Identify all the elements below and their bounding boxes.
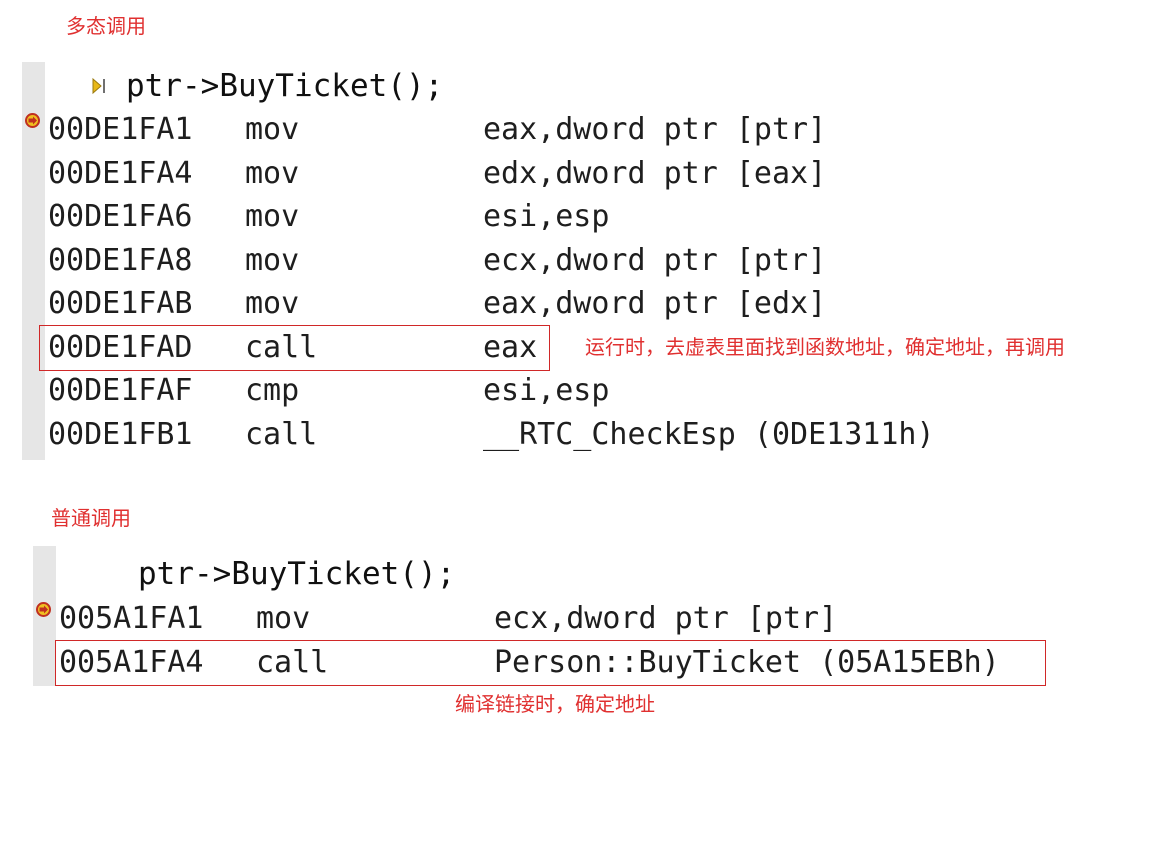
asm-opcode: mov (256, 601, 311, 636)
source-line: ptr->BuyTicket(); (126, 68, 444, 104)
disassembly-block-polymorphic: ptr->BuyTicket(); 00DE1FA1 mov eax,dword… (22, 62, 1022, 460)
asm-operands: ecx,dword ptr [ptr] (494, 601, 838, 636)
asm-address: 00DE1FA4 (48, 156, 193, 191)
asm-opcode: cmp (245, 373, 300, 408)
asm-address: 00DE1FB1 (48, 417, 193, 452)
asm-address: 00DE1FA1 (48, 112, 193, 147)
asm-operands: esi,esp (483, 373, 610, 408)
asm-operands: eax,dword ptr [ptr] (483, 112, 827, 147)
asm-row[interactable]: 00DE1FA6 mov esi,esp (48, 195, 998, 239)
asm-row[interactable]: 00DE1FA4 mov edx,dword ptr [eax] (48, 152, 998, 196)
asm-operands: eax,dword ptr [edx] (483, 286, 827, 321)
section-title-normal: 普通调用 (51, 506, 131, 530)
highlight-box-virtual-call (39, 325, 550, 371)
asm-operands: ecx,dword ptr [ptr] (483, 243, 827, 278)
asm-opcode: call (245, 417, 318, 452)
asm-address: 00DE1FA6 (48, 199, 193, 234)
asm-address: 00DE1FA8 (48, 243, 193, 278)
asm-operands: edx,dword ptr [eax] (483, 156, 827, 191)
section-title-polymorphic: 多态调用 (66, 14, 146, 38)
current-instruction-pointer-icon[interactable] (24, 112, 41, 129)
asm-operands: esi,esp (483, 199, 610, 234)
asm-opcode: mov (245, 286, 300, 321)
asm-address: 005A1FA1 (59, 601, 204, 636)
asm-row[interactable]: 00DE1FB1 call __RTC_CheckEsp (0DE1311h) (48, 413, 998, 457)
asm-row[interactable]: 00DE1FAB mov eax,dword ptr [edx] (48, 282, 998, 326)
asm-opcode: mov (245, 243, 300, 278)
asm-row[interactable]: 00DE1FA8 mov ecx,dword ptr [ptr] (48, 239, 998, 283)
annotation-virtual-call: 运行时，去虚表里面找到函数地址，确定地址，再调用 (585, 335, 1065, 359)
source-line: ptr->BuyTicket(); (138, 556, 456, 592)
asm-operands: __RTC_CheckEsp (0DE1311h) (483, 417, 935, 452)
annotation-direct-call: 编译链接时，确定地址 (455, 692, 655, 716)
asm-address: 00DE1FAF (48, 373, 193, 408)
asm-row[interactable]: 005A1FA1 mov ecx,dword ptr [ptr] (59, 597, 1049, 641)
asm-opcode: mov (245, 112, 300, 147)
step-into-source-icon (92, 77, 105, 95)
current-instruction-pointer-icon[interactable] (35, 601, 52, 618)
asm-opcode: mov (245, 156, 300, 191)
highlight-box-direct-call (55, 640, 1046, 686)
asm-opcode: mov (245, 199, 300, 234)
asm-row[interactable]: 00DE1FAF cmp esi,esp (48, 369, 998, 413)
asm-address: 00DE1FAB (48, 286, 193, 321)
asm-row[interactable]: 00DE1FA1 mov eax,dword ptr [ptr] (48, 108, 998, 152)
